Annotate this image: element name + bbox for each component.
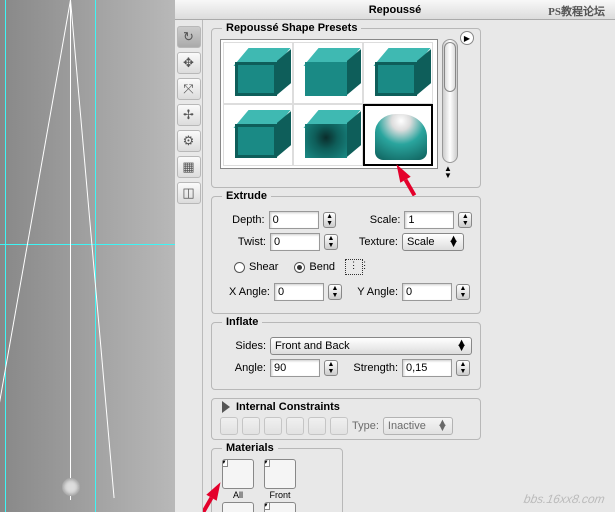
drag-origin-icon[interactable]: [345, 259, 363, 275]
inflate-angle-input[interactable]: [270, 359, 320, 377]
window-title: Repoussé: [369, 4, 422, 16]
inflate-sides-value: Front and Back: [275, 340, 350, 352]
scale-input[interactable]: [404, 211, 454, 229]
scale-stepper[interactable]: ▲▼: [458, 212, 472, 228]
constraint-tool-1[interactable]: [220, 417, 238, 435]
bend-radio[interactable]: [294, 262, 305, 273]
preset-cube-hollow[interactable]: [293, 104, 363, 166]
constraint-tool-3[interactable]: [264, 417, 282, 435]
twist-input[interactable]: [270, 233, 320, 251]
yangle-input[interactable]: [402, 283, 452, 301]
tool-strip: ↻ ✥ ⤧ ✢ ⚙ ▦ ◫: [175, 20, 203, 512]
constraint-tool-4[interactable]: [286, 417, 304, 435]
panel-body: Repoussé Shape Presets ▶ ▲ ▼: [203, 20, 615, 512]
tool-move[interactable]: ⤧: [177, 78, 201, 100]
constraint-type-select[interactable]: Inactive▲▼: [383, 417, 453, 435]
twist-label: Twist:: [220, 236, 266, 248]
bend-label: Bend: [309, 261, 335, 273]
constraints-title: Internal Constraints: [236, 401, 340, 413]
window-titlebar: Repoussé PS教程论坛: [175, 0, 615, 20]
xangle-label: X Angle:: [220, 286, 270, 298]
fieldset-title: Extrude: [222, 190, 271, 202]
yangle-stepper[interactable]: ▲▼: [456, 284, 470, 300]
xangle-stepper[interactable]: ▲▼: [328, 284, 342, 300]
flyout-icon[interactable]: ▶: [460, 31, 474, 45]
tool-box[interactable]: ◫: [177, 182, 201, 204]
watermark-text: PS教程论坛: [548, 2, 605, 22]
constraint-type-value: Inactive: [388, 420, 426, 432]
fieldset-inflate: Inflate Sides: Front and Back▲▼ Angle: ▲…: [211, 322, 481, 390]
material-sides[interactable]: ▾Sides: [262, 502, 298, 512]
wireframe-line: [70, 0, 115, 498]
wireframe-line: [70, 0, 71, 500]
yangle-label: Y Angle:: [346, 286, 398, 298]
vertex-handle[interactable]: [62, 478, 80, 496]
watermark-url: bbs.16xx8.com: [523, 492, 606, 506]
inflate-strength-stepper[interactable]: ▲▼: [456, 360, 470, 376]
preset-cube-bevel[interactable]: [223, 42, 293, 104]
material-b1[interactable]: B: [220, 502, 256, 512]
fieldset-constraints: Internal Constraints Type: Inactive▲▼: [211, 398, 481, 440]
material-label: Front: [269, 490, 290, 500]
texture-value: Scale: [407, 236, 435, 248]
constraint-type-label: Type:: [352, 420, 379, 432]
fieldset-title: Repoussé Shape Presets: [222, 22, 361, 34]
twist-stepper[interactable]: ▲▼: [324, 234, 338, 250]
tool-grid[interactable]: ▦: [177, 156, 201, 178]
preset-grid: [220, 39, 438, 169]
guide-vertical: [5, 0, 6, 512]
fieldset-presets: Repoussé Shape Presets ▶ ▲ ▼: [211, 28, 481, 188]
fieldset-materials: Materials ▾All ▾Front B ▾Sides ▾Bevel2 B: [211, 448, 343, 512]
material-all[interactable]: ▾All: [220, 459, 256, 500]
guide-vertical: [95, 0, 96, 512]
constraint-tool-2[interactable]: [242, 417, 260, 435]
inflate-angle-stepper[interactable]: ▲▼: [324, 360, 338, 376]
fieldset-title: Materials: [222, 442, 278, 454]
preset-dome[interactable]: [363, 104, 433, 166]
material-front[interactable]: ▾Front: [262, 459, 298, 500]
fieldset-title: Inflate: [222, 316, 262, 328]
preset-cube-inset[interactable]: [363, 42, 433, 104]
shear-radio[interactable]: [234, 262, 245, 273]
scrollbar-thumb[interactable]: [444, 42, 456, 92]
tool-scale[interactable]: ✢: [177, 104, 201, 126]
texture-label: Texture:: [350, 236, 398, 248]
inflate-strength-label: Strength:: [342, 362, 398, 374]
inflate-angle-label: Angle:: [220, 362, 266, 374]
preset-cube-frame[interactable]: [223, 104, 293, 166]
preset-scrollbar[interactable]: [442, 39, 458, 163]
tool-rotate[interactable]: ↻: [177, 26, 201, 48]
constraint-tool-5[interactable]: [308, 417, 326, 435]
material-label: All: [233, 490, 243, 500]
scroll-down-icon[interactable]: ▼: [444, 172, 452, 179]
constraint-tool-6[interactable]: [330, 417, 348, 435]
xangle-input[interactable]: [274, 283, 324, 301]
depth-input[interactable]: [269, 211, 319, 229]
inflate-strength-input[interactable]: [402, 359, 452, 377]
tool-settings[interactable]: ⚙: [177, 130, 201, 152]
fieldset-extrude: Extrude Depth: ▲▼ Scale: ▲▼ Twist: ▲▼ Te…: [211, 196, 481, 314]
inflate-sides-label: Sides:: [220, 340, 266, 352]
tool-pan[interactable]: ✥: [177, 52, 201, 74]
preset-cube-flat[interactable]: [293, 42, 363, 104]
depth-label: Depth:: [220, 214, 265, 226]
scale-label: Scale:: [356, 214, 401, 226]
disclosure-triangle-icon[interactable]: [222, 401, 230, 413]
shear-label: Shear: [249, 261, 278, 273]
depth-stepper[interactable]: ▲▼: [323, 212, 337, 228]
wireframe-line: [0, 0, 71, 492]
inflate-sides-select[interactable]: Front and Back▲▼: [270, 337, 472, 355]
texture-select[interactable]: Scale▲▼: [402, 233, 464, 251]
